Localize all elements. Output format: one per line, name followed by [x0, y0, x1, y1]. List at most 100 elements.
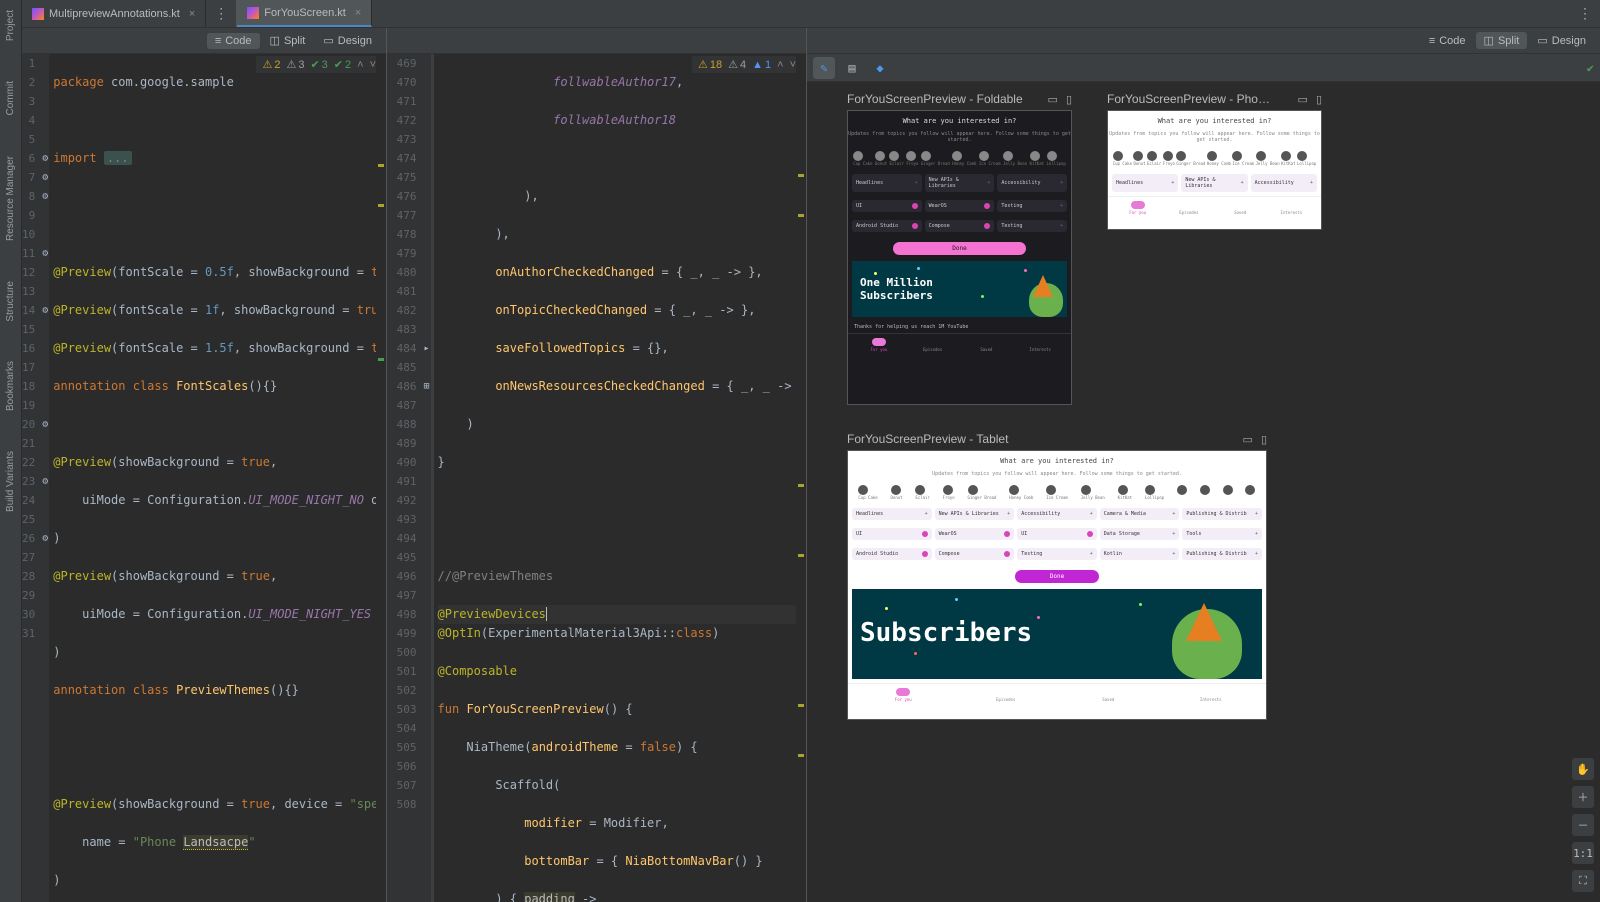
run-preview-icon[interactable]: ▯	[1261, 433, 1267, 446]
interactive-preview-icon[interactable]: ✎	[813, 57, 835, 79]
gutter-preview-icon[interactable]: ⚙	[42, 415, 48, 434]
avatar-row: Cup Cake Donut Eclair Froyo Ginger Bread…	[848, 147, 1071, 170]
tab-label: ForYouScreen.kt	[264, 7, 346, 19]
close-icon[interactable]: ×	[355, 7, 361, 19]
preview-surface[interactable]: ForYouScreenPreview - Foldable ▭ ▯ What …	[807, 82, 1600, 902]
gutter-run-icon[interactable]: ▸	[424, 339, 430, 358]
tab-for-you-screen[interactable]: ForYouScreen.kt ×	[237, 0, 372, 27]
app-sub: Updates from topics you follow will appe…	[1108, 131, 1321, 147]
mode-code-button[interactable]: ≡Code	[1421, 33, 1474, 49]
editor-left: ≡Code ◫Split ▭Design 1234567891011121314…	[22, 28, 387, 902]
pan-icon[interactable]: ✋	[1572, 758, 1594, 780]
mode-split-button[interactable]: ◫Split	[1476, 32, 1528, 49]
gutter-preview-icon[interactable]: ⚙	[42, 149, 48, 168]
tab-more-icon[interactable]: ⋮	[206, 0, 236, 27]
run-preview-icon[interactable]: ▯	[1316, 93, 1322, 106]
zoom-out-icon[interactable]: －	[1572, 814, 1594, 836]
device-canvas: What are you interested in? Updates from…	[1107, 110, 1322, 230]
rail-project[interactable]: Project	[5, 10, 16, 41]
zoom-tools: ✋ ＋ － 1:1 ⛶	[1572, 758, 1594, 892]
code-area-left[interactable]: 1234567891011121314151617181920212223242…	[22, 54, 386, 902]
zoom-fit-icon[interactable]: ⛶	[1572, 870, 1594, 892]
info-badge[interactable]: ▲1	[752, 59, 771, 71]
rail-structure[interactable]: Structure	[5, 281, 16, 322]
tool-window-rail: Project Commit Resource Manager Structur…	[0, 0, 22, 902]
app-sub: Updates from topics you follow will appe…	[848, 131, 1071, 147]
close-icon[interactable]: ×	[189, 8, 195, 20]
prev-highlight-icon[interactable]: ˄	[777, 59, 783, 71]
rail-bookmarks[interactable]: Bookmarks	[5, 361, 16, 411]
warning-badge[interactable]: ⚠18	[698, 58, 722, 71]
zoom-reset-icon[interactable]: 1:1	[1572, 842, 1594, 864]
editor-tabs: MultipreviewAnnotations.kt × ⋮ ForYouScr…	[22, 0, 1600, 28]
gutter-preview-icon[interactable]: ⚙	[42, 301, 48, 320]
tab-more-icon[interactable]: ⋮	[1570, 0, 1600, 27]
build-ok-icon: ✔	[1587, 61, 1594, 75]
typo-badge[interactable]: ✔2	[334, 58, 351, 71]
preview-phone[interactable]: ForYouScreenPreview - Pho… ▭ ▯ What are …	[1107, 92, 1322, 230]
mode-split-button[interactable]: ◫Split	[262, 32, 314, 49]
split-icon: ◫	[270, 34, 280, 47]
hero-card: One MillionSubscribers	[852, 261, 1067, 317]
weak-warning-badge[interactable]: ⚠3	[286, 58, 304, 71]
kotlin-file-icon	[247, 7, 259, 19]
deploy-to-device-icon[interactable]: ▭	[1298, 93, 1308, 106]
caption: Thanks for helping us reach 1M YouTube	[848, 321, 1071, 333]
code-icon: ≡	[215, 35, 221, 47]
main-area: MultipreviewAnnotations.kt × ⋮ ForYouScr…	[22, 0, 1600, 902]
marker-strip-left[interactable]	[376, 54, 386, 902]
app-header: What are you interested in?	[1108, 111, 1321, 131]
device-canvas: What are you interested in? Updates from…	[847, 110, 1072, 405]
tab-label: MultipreviewAnnotations.kt	[49, 8, 180, 20]
code-icon: ≡	[1429, 35, 1435, 47]
inspection-widget-left[interactable]: ⚠2 ⚠3 ✔3 ✔2 ˄ ˅	[256, 56, 382, 73]
design-icon: ▭	[323, 34, 333, 47]
rail-resource-manager[interactable]: Resource Manager	[5, 156, 16, 241]
layers-icon[interactable]: ◆	[869, 57, 891, 79]
mode-code-button[interactable]: ≡Code	[207, 33, 260, 49]
gutter-preview-icon[interactable]: ⊞	[424, 377, 430, 396]
bottom-nav: For you Episodes Saved Interests	[848, 333, 1071, 356]
gutter-preview-icon[interactable]: ⚙	[42, 244, 48, 263]
warning-badge[interactable]: ⚠2	[262, 58, 280, 71]
kotlin-file-icon	[32, 8, 44, 20]
mode-design-button[interactable]: ▭Design	[1529, 32, 1594, 49]
preview-foldable[interactable]: ForYouScreenPreview - Foldable ▭ ▯ What …	[847, 92, 1072, 405]
preview-tablet[interactable]: ForYouScreenPreview - Tablet ▭ ▯ What ar…	[847, 432, 1267, 720]
app-header: What are you interested in?	[848, 451, 1266, 471]
preview-label: ForYouScreenPreview - Foldable	[847, 92, 1023, 106]
deploy-to-device-icon[interactable]: ▭	[1243, 433, 1253, 446]
code-lines-right[interactable]: follwableAuthor17, follwableAuthor18 ), …	[431, 54, 806, 902]
run-preview-icon[interactable]: ▯	[1066, 93, 1072, 106]
code-area-right[interactable]: 4694704714724734744754764774784794804814…	[387, 54, 806, 902]
gutter-preview-icon[interactable]: ⚙	[42, 529, 48, 548]
preview-label: ForYouScreenPreview - Tablet	[847, 432, 1008, 446]
marker-strip-right[interactable]	[796, 54, 806, 902]
content-row: ≡Code ◫Split ▭Design 1234567891011121314…	[22, 28, 1600, 902]
gutter-preview-icon[interactable]: ⚙	[42, 187, 48, 206]
ok-badge[interactable]: ✔3	[310, 58, 327, 71]
preview-actions-toolbar	[387, 28, 806, 54]
preview-actions: ✎ ▤ ◆ ✔	[807, 54, 1600, 82]
gutter-preview-icon[interactable]: ⚙	[42, 472, 48, 491]
view-mode-toolbar-left: ≡Code ◫Split ▭Design	[22, 28, 386, 54]
editor-right: 4694704714724734744754764774784794804814…	[387, 28, 807, 902]
rail-build-variants[interactable]: Build Variants	[5, 451, 16, 512]
compose-preview-panel: ≡Code ◫Split ▭Design ✎ ▤ ◆ ✔ ForYouScree…	[807, 28, 1600, 902]
done-button: Done	[1015, 570, 1099, 583]
inspection-widget-right[interactable]: ⚠18 ⚠4 ▲1 ˄ ˅	[692, 56, 802, 73]
weak-warning-badge[interactable]: ⚠4	[728, 58, 746, 71]
app-sub: Updates from topics you follow will appe…	[848, 471, 1266, 481]
second-tab-group: ForYouScreen.kt × ⋮	[237, 0, 1600, 27]
mode-design-button[interactable]: ▭Design	[315, 32, 380, 49]
prev-highlight-icon[interactable]: ˄	[357, 59, 363, 71]
code-lines-left[interactable]: package com.google.sample import ... @Pr…	[49, 54, 386, 902]
animation-preview-icon[interactable]: ▤	[841, 57, 863, 79]
zoom-in-icon[interactable]: ＋	[1572, 786, 1594, 808]
gutter-preview-icon[interactable]: ⚙	[42, 168, 48, 187]
deploy-to-device-icon[interactable]: ▭	[1048, 93, 1058, 106]
rail-commit[interactable]: Commit	[5, 81, 16, 115]
design-icon: ▭	[1537, 34, 1547, 47]
app-header: What are you interested in?	[848, 111, 1071, 131]
tab-multipreview-annotations[interactable]: MultipreviewAnnotations.kt ×	[22, 0, 206, 27]
